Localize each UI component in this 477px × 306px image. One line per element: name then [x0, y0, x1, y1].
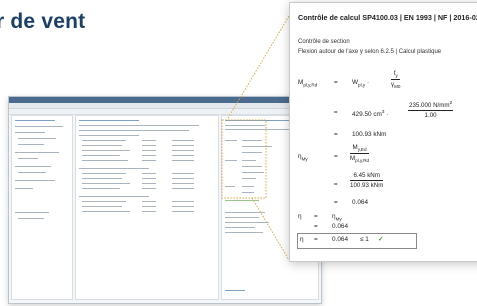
- eq1-line2-fraction: 235.000 N/mm2 1.00: [408, 100, 454, 120]
- results-table-panel: [75, 115, 219, 300]
- callout-description: Flexion autour de l'axe y selon 6.2.5 | …: [298, 49, 442, 55]
- eq3-line2-val: 0.064: [332, 223, 348, 230]
- eq1-line3-op: =: [334, 131, 338, 138]
- eq3-rhs: ηMy: [332, 213, 342, 222]
- eq2-op: =: [334, 153, 338, 160]
- result-val: 0.064: [332, 236, 348, 243]
- eq1-line2-op: =: [334, 109, 338, 116]
- page-heading: r de vent: [0, 10, 86, 33]
- eq2-fraction: My,Ed Mpl,y,Rd: [350, 144, 370, 164]
- eq1-fraction: fy γM0: [391, 70, 401, 90]
- app-window-screenshot: [8, 96, 322, 304]
- eq3-lhs: η: [298, 213, 302, 220]
- eq2-line3-op: =: [334, 199, 338, 206]
- navigator-panel: [11, 115, 73, 300]
- eq2-line2-fraction: 6.45 kNm 100.93 kNm: [350, 172, 384, 189]
- eq1-line3-val: 100.93 kNm: [352, 131, 387, 138]
- calculation-check-callout: Contrôle de calcul SP4100.03 | EN 1993 |…: [289, 2, 477, 262]
- result-lhs: η: [300, 236, 304, 243]
- eq2-line3-val: 0.064: [352, 199, 368, 206]
- check-mark-icon: ✓: [378, 236, 384, 243]
- eq1-lhs: Mpl,y,Rd: [298, 79, 318, 88]
- eq3-op: =: [314, 213, 318, 220]
- result-comparison: ≤ 1: [360, 236, 369, 243]
- eq2-lhs: ηMy: [298, 153, 308, 162]
- eq2-line2-op: =: [334, 181, 338, 188]
- eq1-w: Wpl,y ·: [352, 79, 370, 88]
- eq1-op: =: [334, 79, 338, 86]
- callout-title: Contrôle de calcul SP4100.03 | EN 1993 |…: [298, 13, 477, 22]
- eq3-line2-op: =: [314, 223, 318, 230]
- result-op: =: [314, 236, 318, 243]
- eq1-line2-val: 429.50 cm3 ·: [352, 109, 389, 119]
- callout-subtitle: Contrôle de section: [298, 39, 350, 45]
